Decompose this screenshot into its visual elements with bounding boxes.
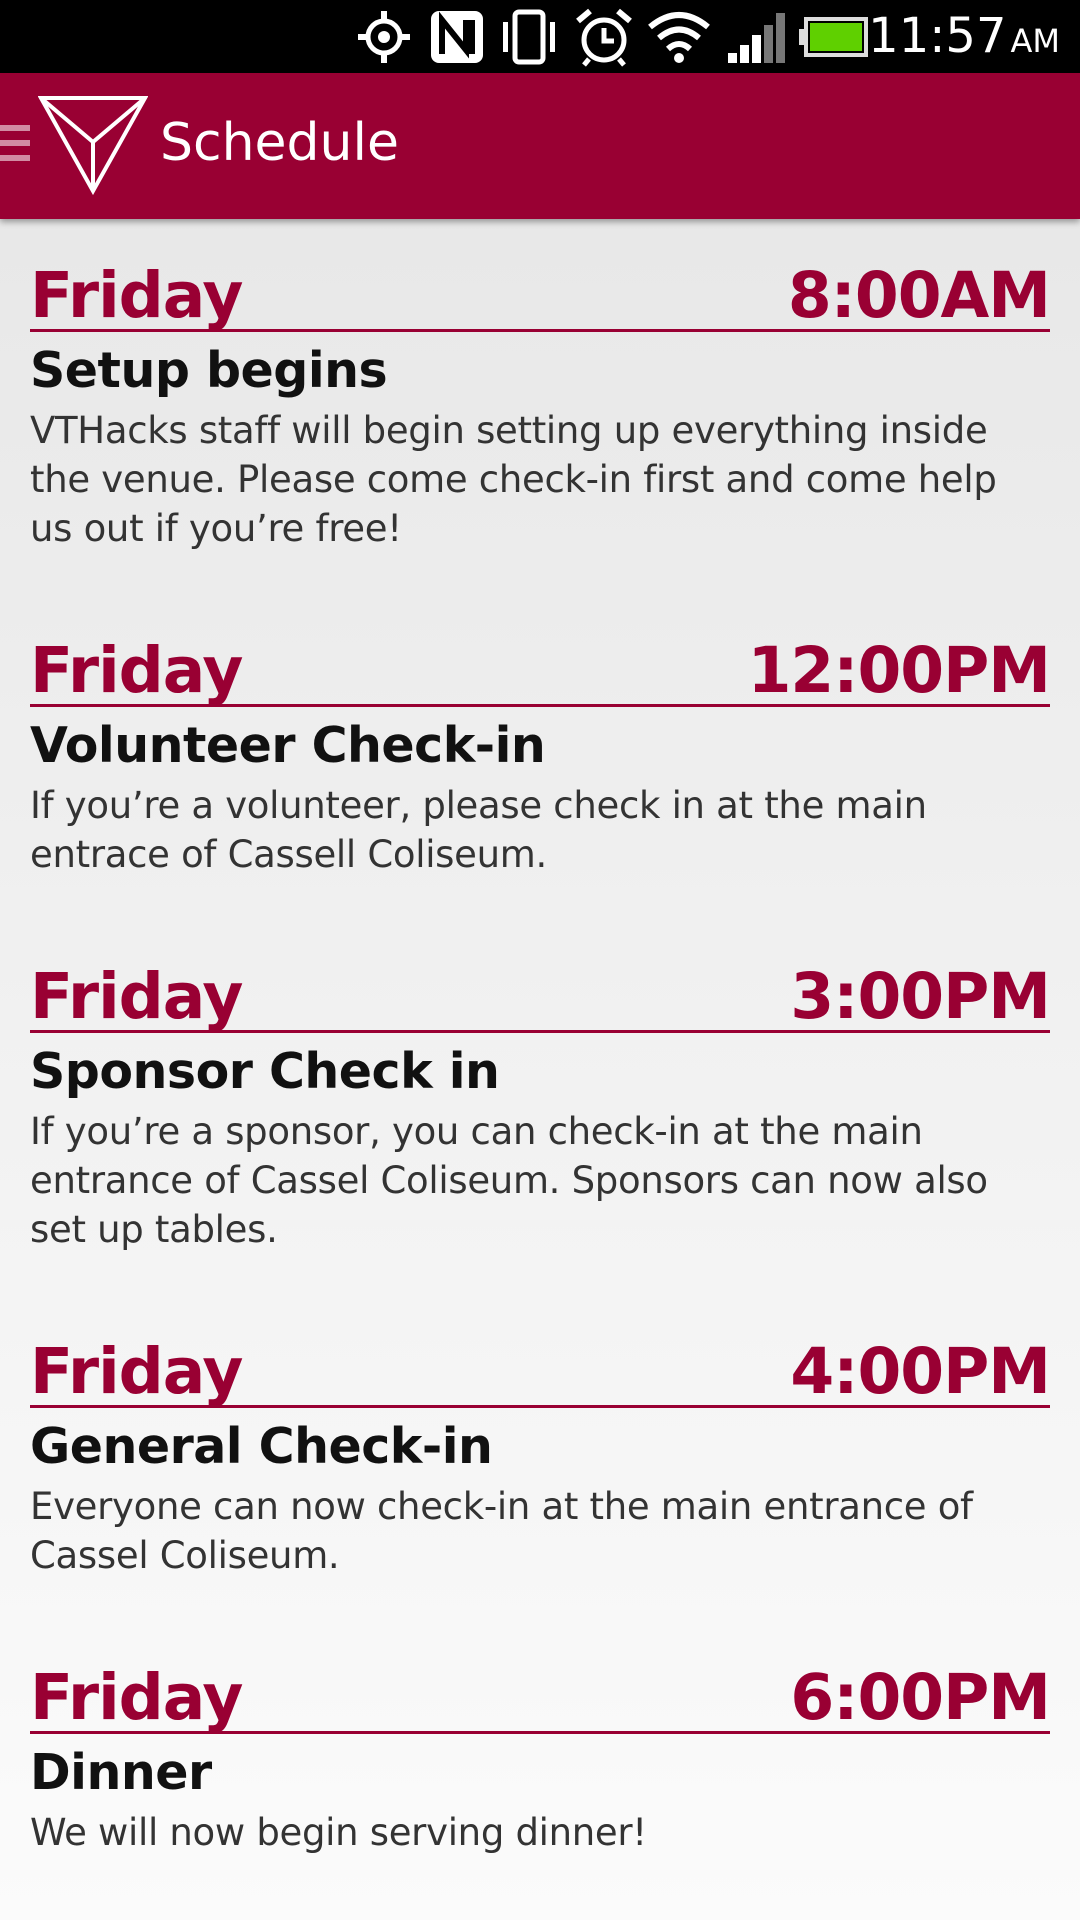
event-day: Friday xyxy=(30,1661,243,1734)
alarm-icon xyxy=(574,0,634,73)
event-description: If you’re a sponsor, you can check-in at… xyxy=(30,1110,988,1251)
event-day: Friday xyxy=(30,1335,243,1408)
status-clock: 11:57 AM xyxy=(868,8,1060,64)
signal-icon xyxy=(726,0,786,73)
event-day: Friday xyxy=(30,634,243,707)
schedule-event[interactable]: Friday 8:00AM Setup begins VTHacks staff… xyxy=(30,259,1051,553)
event-title: Setup begins xyxy=(30,342,388,399)
event-time: 3:00PM xyxy=(790,960,1051,1033)
event-title: Dinner xyxy=(30,1744,212,1801)
event-header: Friday 8:00AM xyxy=(30,259,1051,332)
schedule-event[interactable]: Friday 6:00PM Dinner We will now begin s… xyxy=(30,1661,1051,1857)
event-header: Friday 6:00PM xyxy=(30,1661,1051,1734)
event-description: If you’re a volunteer, please check in a… xyxy=(30,784,927,876)
schedule-event[interactable]: Friday 3:00PM Sponsor Check in If you’re… xyxy=(30,960,1051,1254)
vthacks-logo-icon[interactable] xyxy=(37,95,149,200)
event-time: 12:00PM xyxy=(747,634,1051,707)
wifi-icon xyxy=(646,0,712,73)
event-day: Friday xyxy=(30,960,243,1033)
event-header: Friday 12:00PM xyxy=(30,634,1051,707)
gps-icon xyxy=(356,0,412,73)
schedule-list[interactable]: Friday 8:00AM Setup begins VTHacks staff… xyxy=(0,219,1080,1920)
event-description: VTHacks staff will begin setting up ever… xyxy=(30,409,997,550)
event-time: 4:00PM xyxy=(790,1335,1051,1408)
clock-time: 11:57 xyxy=(868,8,1007,64)
event-title: General Check-in xyxy=(30,1418,493,1475)
event-title: Volunteer Check-in xyxy=(30,717,546,774)
status-bar: 11:57 AM xyxy=(0,0,1080,73)
battery-icon xyxy=(798,0,868,73)
event-description: We will now begin serving dinner! xyxy=(30,1811,647,1854)
schedule-event[interactable]: Friday 4:00PM General Check-in Everyone … xyxy=(30,1335,1051,1580)
nfc-icon xyxy=(428,0,486,73)
event-day: Friday xyxy=(30,259,243,332)
event-description: Everyone can now check-in at the main en… xyxy=(30,1485,973,1577)
clock-ampm: AM xyxy=(1010,22,1061,60)
event-time: 8:00AM xyxy=(787,259,1051,332)
menu-icon[interactable] xyxy=(0,125,30,167)
event-header: Friday 4:00PM xyxy=(30,1335,1051,1408)
page-title: Schedule xyxy=(160,113,399,173)
event-time: 6:00PM xyxy=(790,1661,1051,1734)
event-header: Friday 3:00PM xyxy=(30,960,1051,1033)
vibrate-icon xyxy=(498,0,560,73)
schedule-event[interactable]: Friday 12:00PM Volunteer Check-in If you… xyxy=(30,634,1051,879)
event-title: Sponsor Check in xyxy=(30,1043,500,1100)
app-bar: Schedule xyxy=(0,73,1080,219)
